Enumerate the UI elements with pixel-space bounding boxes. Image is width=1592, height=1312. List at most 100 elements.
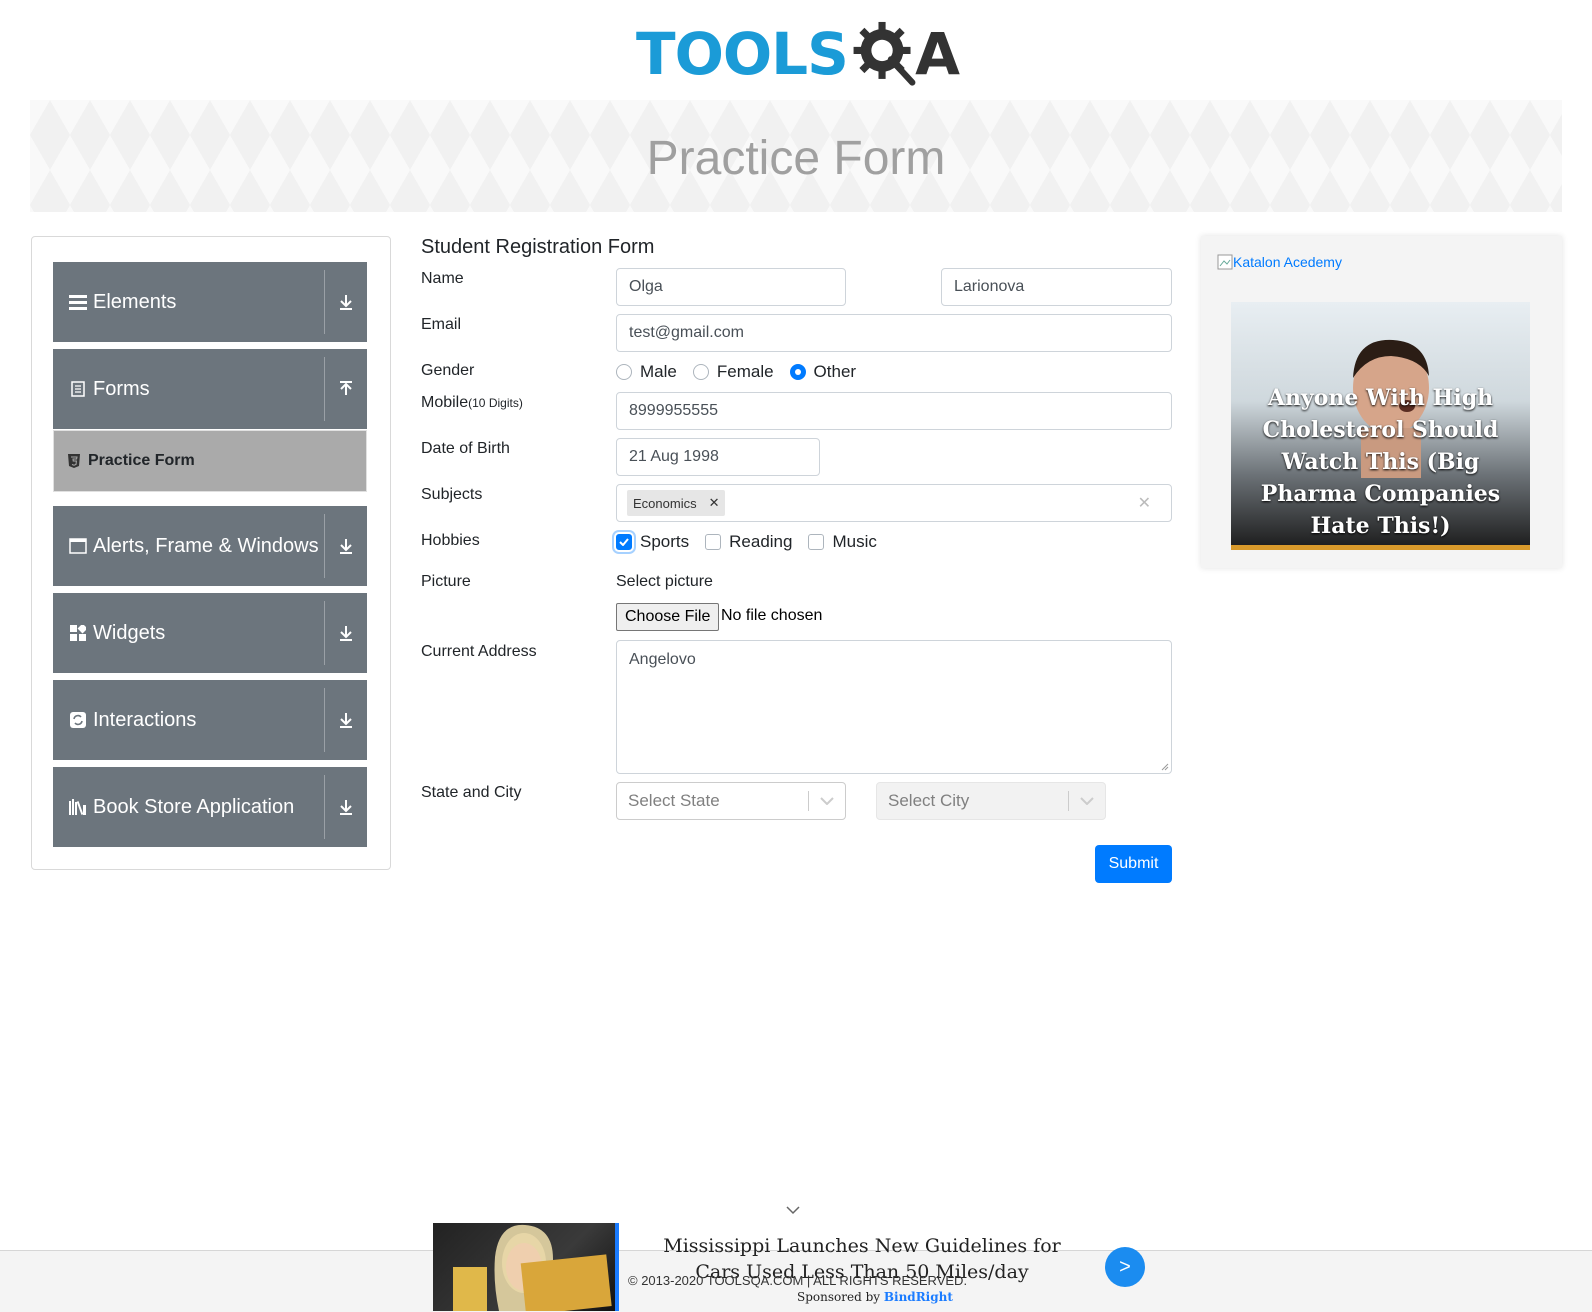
state-placeholder: Select State <box>628 791 720 810</box>
gender-other[interactable]: Other <box>789 362 857 382</box>
sidebar-group-interactions[interactable]: Interactions <box>53 680 367 760</box>
address-label: Current Address <box>421 643 537 660</box>
woman-with-ticket-image <box>453 1224 612 1311</box>
mobile-label: Mobile(10 Digits) <box>421 394 523 412</box>
mobile-value: 8999955555 <box>629 402 718 419</box>
gender-male-label[interactable]: Male <box>640 362 677 382</box>
radio-female[interactable] <box>692 364 709 380</box>
hobby-music[interactable]: Music <box>808 532 877 552</box>
logo-text: TOOLS <box>636 20 849 88</box>
download-arrow-icon[interactable] <box>325 711 367 729</box>
subjects-input[interactable]: Economics ✕ ✕ <box>616 484 1172 522</box>
last-name-input[interactable]: Larionova <box>941 268 1172 306</box>
choose-file-button[interactable]: Choose File <box>616 603 720 631</box>
hobby-sports-label[interactable]: Sports <box>640 532 689 552</box>
menu-icon <box>69 293 87 311</box>
chevron-down-icon[interactable] <box>809 797 845 805</box>
toolsqa-logo[interactable]: TOOLS A <box>636 14 960 94</box>
sidebar-group-alerts[interactable]: Alerts, Frame & Windows <box>53 506 367 586</box>
subjects-label: Subjects <box>421 486 483 503</box>
sidebar-group-label: Interactions <box>93 708 197 731</box>
ad-caption: Anyone With High Cholesterol Should Watc… <box>1260 385 1501 539</box>
next-button[interactable]: > <box>1105 1247 1145 1287</box>
chevron-down-icon[interactable] <box>786 1205 800 1215</box>
first-name-input[interactable]: Olga <box>616 268 846 306</box>
download-arrow-icon[interactable] <box>325 624 367 642</box>
logo-suffix: A <box>915 20 960 88</box>
gender-other-label[interactable]: Other <box>814 362 857 382</box>
hobby-reading[interactable]: Reading <box>705 532 792 552</box>
sidebar-group-label: Book Store Application <box>93 795 295 818</box>
sponsored-prefix: Sponsored by <box>797 1290 881 1304</box>
interactions-icon <box>69 711 87 729</box>
file-status: No file chosen <box>721 607 823 624</box>
mobile-input[interactable]: 8999955555 <box>616 392 1172 430</box>
chip-remove-icon[interactable]: ✕ <box>703 495 726 511</box>
ad-alt-text: Katalon Acedemy <box>1233 254 1342 270</box>
katalon-ad-link[interactable]: Katalon Acedemy <box>1217 254 1342 270</box>
sidebar-group-widgets[interactable]: Widgets <box>53 593 367 673</box>
mobile-label-text: Mobile <box>421 394 469 411</box>
select-picture-label: Select picture <box>616 573 713 590</box>
page-title: Practice Form <box>646 131 946 185</box>
name-label: Name <box>421 270 464 287</box>
checkbox-reading[interactable] <box>705 534 722 550</box>
page-banner: Practice Form <box>30 100 1562 212</box>
checkbox-music[interactable] <box>808 534 825 550</box>
mobile-hint: (10 Digits) <box>468 396 523 410</box>
form-title: Student Registration Form <box>421 236 655 258</box>
state-select[interactable]: Select State <box>616 782 846 820</box>
email-value: test@gmail.com <box>629 324 744 341</box>
sidebar-group-label: Elements <box>93 290 177 313</box>
submit-button[interactable]: Submit <box>1095 845 1172 883</box>
sidebar-group-book-store[interactable]: Book Store Application <box>53 767 367 847</box>
gear-magnifier-icon <box>853 21 916 86</box>
copyright-text: © 2013-2020 TOOLSQA.COM | ALL RIGHTS RES… <box>628 1273 968 1288</box>
sidebar-group-forms[interactable]: Forms <box>53 349 367 429</box>
sidebar-group-label: Widgets <box>93 621 166 644</box>
current-address-textarea[interactable]: Angelovo <box>616 640 1172 774</box>
gender-options: Male Female Other <box>616 362 872 382</box>
broken-image-icon <box>1217 254 1233 270</box>
download-arrow-icon[interactable] <box>325 293 367 311</box>
sidebar-item-label: Practice Form <box>88 452 195 469</box>
download-arrow-icon[interactable] <box>325 537 367 555</box>
ad-thumbnail-image <box>433 1223 619 1311</box>
sponsored-by: Sponsored by BindRight <box>797 1290 953 1304</box>
state-city-label: State and City <box>421 784 522 801</box>
gender-female-label[interactable]: Female <box>717 362 774 382</box>
hobby-sports[interactable]: Sports <box>616 532 689 552</box>
upload-arrow-icon[interactable] <box>325 380 367 398</box>
dob-input[interactable]: 21 Aug 1998 <box>616 438 820 476</box>
picture-label: Picture <box>421 573 471 590</box>
subject-chip-label: Economics <box>633 495 697 511</box>
last-name-value: Larionova <box>954 278 1025 295</box>
ad-accent-bar <box>1231 545 1530 550</box>
bottom-ad[interactable]: Mississippi Launches New Guidelines for … <box>433 1223 1158 1311</box>
ad-image[interactable]: Anyone With High Cholesterol Should Watc… <box>1231 302 1530 550</box>
sidebar-group-elements[interactable]: Elements <box>53 262 367 342</box>
chevron-down-icon[interactable] <box>1069 797 1105 805</box>
download-arrow-icon[interactable] <box>325 798 367 816</box>
gender-male[interactable]: Male <box>616 362 677 382</box>
resize-handle-icon[interactable] <box>1159 761 1169 771</box>
radio-other[interactable] <box>789 364 806 380</box>
subject-chip: Economics ✕ <box>627 490 726 516</box>
widgets-icon <box>69 624 87 642</box>
clear-icon[interactable]: ✕ <box>1138 493 1151 513</box>
hobby-music-label[interactable]: Music <box>832 532 876 552</box>
sidebar-item-practice-form[interactable]: Practice Form <box>53 430 367 492</box>
hobby-reading-label[interactable]: Reading <box>729 532 792 552</box>
address-value: Angelovo <box>629 651 696 668</box>
sidebar: Elements Forms Practice Form Alerts, Fra… <box>31 236 391 870</box>
checkbox-sports[interactable] <box>616 534 632 550</box>
radio-male[interactable] <box>616 364 632 380</box>
city-placeholder: Select City <box>888 791 970 810</box>
city-select[interactable]: Select City <box>876 782 1106 820</box>
sponsor-link[interactable]: BindRight <box>884 1290 953 1304</box>
hobbies-label: Hobbies <box>421 532 480 549</box>
email-input[interactable]: test@gmail.com <box>616 314 1172 352</box>
hobbies-options: Sports Reading Music <box>616 532 893 552</box>
gender-female[interactable]: Female <box>692 362 774 382</box>
sidebar-group-label: Forms <box>93 377 150 400</box>
